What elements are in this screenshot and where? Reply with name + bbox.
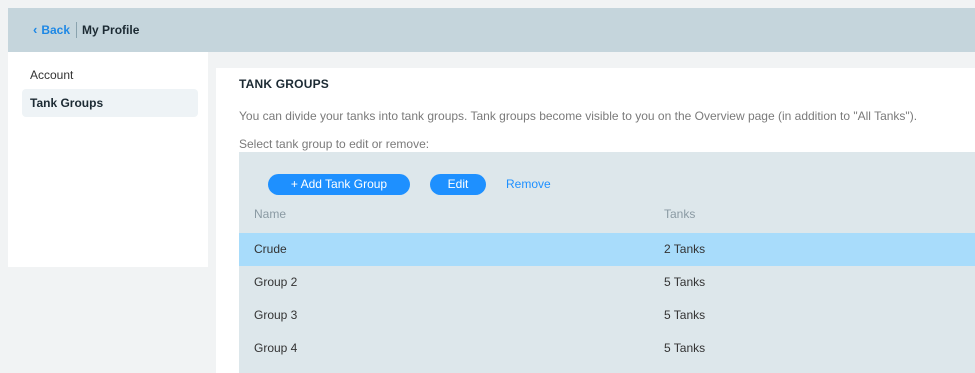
row-tanks: 5 Tanks	[664, 308, 706, 322]
sidebar-item-label: Account	[30, 68, 74, 82]
row-tanks: 2 Tanks	[664, 242, 706, 256]
section-title: TANK GROUPS	[239, 77, 329, 91]
table-row[interactable]: Group 3 5 Tanks	[239, 299, 975, 332]
tank-groups-panel: + Add Tank Group Edit Remove Name Tanks …	[239, 152, 975, 373]
sidebar-item-label: Tank Groups	[30, 96, 104, 110]
table-row[interactable]: Group 4 5 Tanks	[239, 332, 975, 365]
chevron-left-icon: ‹	[33, 21, 38, 37]
row-name: Group 2	[254, 275, 298, 289]
main-content: TANK GROUPS You can divide your tanks in…	[216, 68, 975, 373]
add-tank-group-button[interactable]: + Add Tank Group	[268, 174, 410, 195]
row-tanks: 5 Tanks	[664, 341, 706, 355]
edit-button[interactable]: Edit	[430, 174, 486, 195]
row-tanks: 5 Tanks	[664, 275, 706, 289]
column-header-name: Name	[254, 207, 287, 221]
sidebar-item-tank-groups[interactable]: Tank Groups	[22, 89, 198, 117]
top-bar: ‹ Back My Profile	[8, 8, 975, 52]
table-row[interactable]: Crude 2 Tanks	[239, 233, 975, 266]
back-label: Back	[41, 23, 71, 37]
row-name: Group 4	[254, 341, 298, 355]
back-button[interactable]: ‹ Back	[33, 21, 71, 38]
description-text: You can divide your tanks into tank grou…	[239, 109, 918, 123]
row-name: Crude	[254, 242, 287, 256]
remove-link[interactable]: Remove	[506, 174, 551, 195]
column-header-tanks: Tanks	[664, 207, 696, 221]
breadcrumb-divider	[76, 22, 78, 38]
page-title: My Profile	[82, 23, 140, 37]
sidebar-item-account[interactable]: Account	[22, 61, 198, 89]
row-name: Group 3	[254, 308, 298, 322]
table-row[interactable]: Group 2 5 Tanks	[239, 266, 975, 299]
instruction-text: Select tank group to edit or remove:	[239, 137, 430, 151]
sidebar: Account Tank Groups	[8, 52, 208, 267]
